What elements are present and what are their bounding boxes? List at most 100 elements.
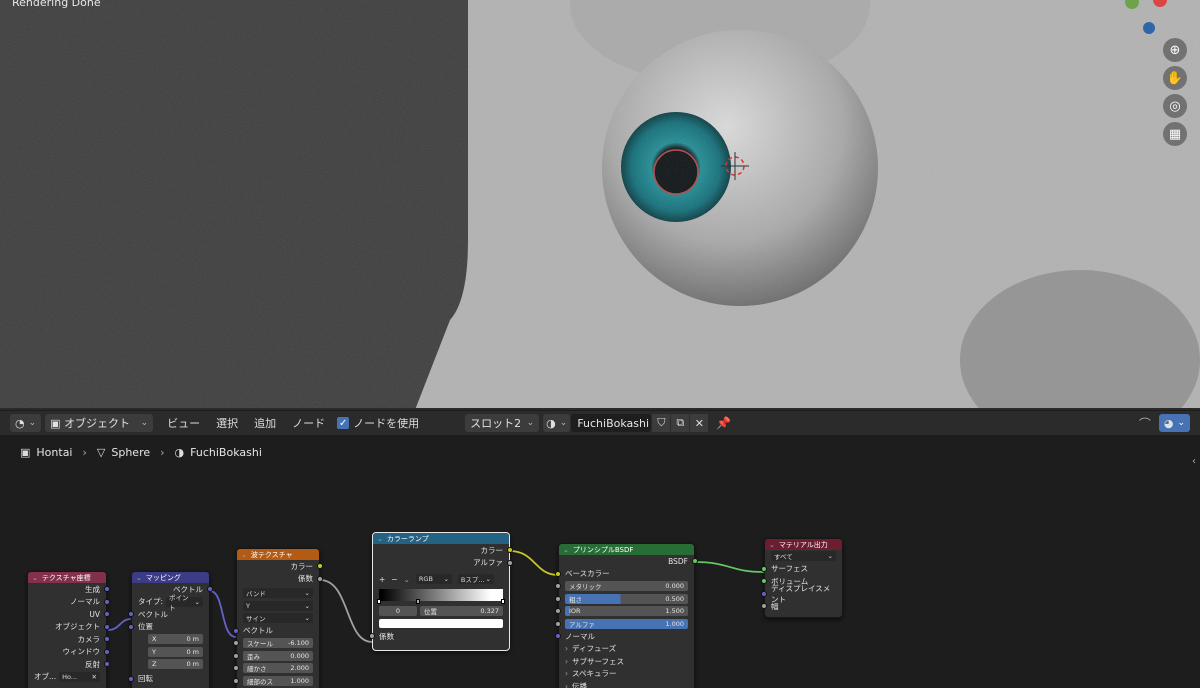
input-socket[interactable] [555, 570, 561, 577]
chevron-left-icon[interactable]: ‹ [1192, 456, 1196, 467]
input-socket[interactable] [233, 627, 239, 634]
input-socket[interactable] [369, 633, 375, 639]
input-socket[interactable] [761, 603, 767, 609]
input-socket[interactable] [233, 652, 239, 659]
node-header[interactable]: ⌄ 波テクスチャ [237, 549, 319, 560]
collapse-arrow-icon[interactable]: ⌄ [136, 574, 142, 582]
location-z-field[interactable]: Z0 m [148, 659, 203, 670]
slot-dropdown[interactable]: スロット2 ⌄ [465, 414, 540, 432]
output-socket[interactable] [507, 559, 513, 566]
collapse-arrow-icon[interactable]: ⌄ [32, 574, 38, 582]
mapping-type-dropdown[interactable]: ポイント ⌄ [166, 594, 203, 612]
close-icon[interactable]: ✕ [92, 673, 97, 681]
output-socket[interactable] [692, 558, 698, 564]
collapse-arrow-icon[interactable]: ⌄ [241, 551, 247, 559]
add-stop-button[interactable]: + [379, 575, 385, 584]
node-wave-texture[interactable]: ⌄ 波テクスチャ カラー 係数 バンド ⌄ Y ⌄ サイン ⌄ ベクトル スケール -6.… [233, 548, 323, 688]
breadcrumb-material[interactable]: FuchiBokashi [190, 446, 262, 459]
menu-select[interactable]: 選択 [208, 415, 246, 431]
pan-hand-icon[interactable]: ✋ [1163, 66, 1187, 90]
detail-field[interactable]: 細かさ 2.000 [243, 663, 313, 674]
wave-type-dropdown[interactable]: バンド ⌄ [243, 588, 313, 599]
ramp-stop-handle[interactable] [501, 598, 505, 604]
gizmo-z-axis[interactable] [1143, 22, 1155, 34]
input-socket[interactable] [128, 623, 134, 630]
input-socket[interactable] [233, 677, 239, 684]
input-socket[interactable] [128, 675, 134, 682]
panel-specular[interactable]: › スペキュラー [559, 668, 694, 681]
input-socket[interactable] [555, 620, 561, 627]
collapse-arrow-icon[interactable]: ⌄ [377, 535, 383, 543]
use-nodes-checkbox[interactable]: ✓ ノードを使用 [337, 415, 419, 431]
input-socket[interactable] [555, 583, 561, 589]
input-socket[interactable] [761, 578, 767, 584]
material-browse-button[interactable]: ◑ ⌄ [543, 414, 571, 432]
node-canvas[interactable]: ⌄ テクスチャ座標 生成 ノーマル UV オブジェクト カメラ ウィンドウ 反射 … [0, 436, 1200, 688]
direction-dropdown[interactable]: Y ⌄ [243, 600, 313, 611]
output-socket[interactable] [104, 598, 110, 605]
input-socket[interactable] [555, 595, 561, 602]
output-socket[interactable] [104, 611, 110, 617]
output-socket[interactable] [317, 575, 323, 582]
zoom-icon[interactable]: ⊕ [1163, 38, 1187, 62]
node-texture-coordinate[interactable]: ⌄ テクスチャ座標 生成 ノーマル UV オブジェクト カメラ ウィンドウ 反射 … [27, 571, 110, 688]
output-socket[interactable] [507, 547, 513, 553]
menu-view[interactable]: ビュー [159, 415, 208, 431]
output-socket[interactable] [104, 648, 110, 655]
fake-user-shield-icon[interactable]: ⛉ [652, 414, 671, 432]
color-mode-dropdown[interactable]: RGB ⌄ [415, 574, 452, 585]
input-socket[interactable] [128, 611, 134, 617]
node-header[interactable]: ⌄ テクスチャ座標 [28, 572, 106, 583]
interpolation-dropdown[interactable]: Bスプ... ⌄ [457, 574, 494, 585]
distortion-field[interactable]: 歪み 0.000 [243, 650, 313, 661]
duplicate-icon[interactable]: ⧉ [671, 414, 690, 432]
output-socket[interactable] [317, 563, 323, 569]
output-socket[interactable] [104, 586, 110, 592]
stop-position-field[interactable]: 位置 0.327 [420, 605, 503, 616]
3d-viewport[interactable]: Rendering Done ⊕ ✋ ◎ ▦ [0, 0, 1200, 410]
editor-type-button[interactable]: ◔ ⌄ [10, 414, 42, 432]
location-x-field[interactable]: X0 m [148, 634, 203, 645]
node-mapping[interactable]: ⌄ マッピング ベクトル タイプ: ポイント ⌄ ベクトル 位置 X0 m Y0 m … [128, 571, 213, 688]
stop-index-field[interactable]: 0 [379, 605, 417, 616]
snap-magnet-icon[interactable]: ⌒ [1139, 415, 1151, 432]
node-header[interactable]: ⌄ マテリアル出力 [765, 539, 842, 550]
pin-icon[interactable]: 📌 [716, 416, 731, 430]
grid-perspective-icon[interactable]: ▦ [1163, 122, 1187, 146]
input-socket[interactable] [233, 640, 239, 646]
node-header[interactable]: ⌄ カラーランプ [373, 533, 509, 544]
panel-subsurface[interactable]: › サブサーフェス [559, 655, 694, 668]
input-socket[interactable] [761, 565, 767, 572]
detail-scale-field[interactable]: 細部のス 1.000 [243, 675, 313, 686]
roughness-field[interactable]: 粗さ 0.500 [565, 593, 688, 604]
camera-icon[interactable]: ◎ [1163, 94, 1187, 118]
link-bsdf-to-output[interactable] [694, 561, 765, 573]
input-socket[interactable] [233, 665, 239, 671]
output-socket[interactable] [104, 623, 110, 630]
node-color-ramp[interactable]: ⌄ カラーランプ カラー アルファ + − ⌄ RGB ⌄ Bスプ... ⌄ 0 位置… [369, 532, 513, 651]
material-name-field[interactable]: FuchiBokashi [571, 414, 652, 432]
input-socket[interactable] [555, 633, 561, 639]
profile-dropdown[interactable]: サイン ⌄ [243, 613, 313, 624]
close-icon[interactable]: ✕ [690, 414, 709, 432]
node-header[interactable]: ⌄ プリンシプルBSDF [559, 544, 694, 555]
render-target-dropdown[interactable]: すべて ⌄ [771, 551, 836, 562]
chevron-down-icon[interactable]: ⌄ [404, 575, 410, 584]
breadcrumb-mesh[interactable]: Sphere [111, 446, 150, 459]
panel-diffuse[interactable]: › ディフューズ [559, 643, 694, 656]
object-picker[interactable]: Ho... ✕ [59, 671, 100, 682]
color-ramp-gradient[interactable] [377, 588, 505, 604]
collapse-arrow-icon[interactable]: ⌄ [563, 546, 569, 554]
input-socket[interactable] [761, 590, 767, 597]
node-principled-bsdf[interactable]: ⌄ プリンシプルBSDF BSDF ベースカラー メタリック 0.000 粗さ 0.5… [555, 543, 698, 688]
breadcrumb-object[interactable]: Hontai [36, 446, 72, 459]
input-socket[interactable] [555, 608, 561, 614]
ior-field[interactable]: IOR 1.500 [565, 606, 688, 617]
ramp-stop-handle[interactable] [377, 598, 381, 604]
panel-transmission[interactable]: › 伝播 [559, 680, 694, 688]
metallic-field[interactable]: メタリック 0.000 [565, 581, 688, 592]
output-socket[interactable] [207, 586, 213, 592]
link-wave-to-ramp[interactable] [319, 579, 373, 643]
output-socket[interactable] [104, 661, 110, 667]
node-material-output[interactable]: ⌄ マテリアル出力 すべて ⌄ サーフェス ボリューム ディスプレイスメント 幅 [761, 538, 843, 618]
